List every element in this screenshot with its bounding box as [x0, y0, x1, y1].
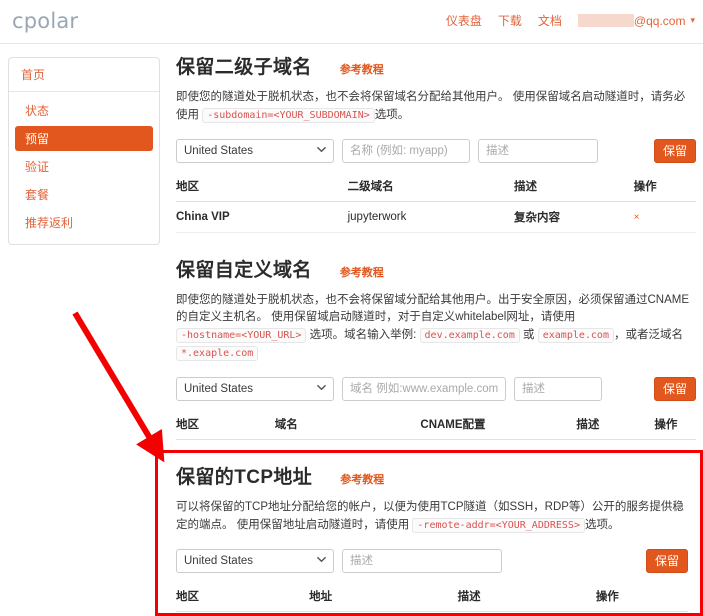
- custom-domain-description-input[interactable]: [514, 376, 602, 401]
- code-example-domain: example.com: [537, 328, 614, 344]
- section-header: 保留自定义域名 参考教程: [176, 255, 696, 282]
- cell-region: China VIP: [176, 201, 348, 233]
- region-select-custom-domain[interactable]: United States: [176, 376, 334, 401]
- tcp-description-input[interactable]: [342, 548, 502, 573]
- page-title-subdomain: 保留二级子域名: [176, 57, 312, 78]
- section-reserved-tcp-address: 保留的TCP地址 参考教程 可以将保留的TCP地址分配给您的帐户，以便为使用TC…: [176, 462, 688, 612]
- custom-domain-input[interactable]: [342, 376, 506, 401]
- section-description-custom-domain: 即使您的隧道处于脱机状态，也不会将保留域分配给其他用户。出于安全原因，必须保留通…: [176, 292, 696, 363]
- main-content: 保留二级子域名 参考教程 即使您的隧道处于脱机状态，也不会将保留域名分配给其他用…: [176, 52, 696, 456]
- table-header-row: 地区 域名 CNAME配置 描述 操作: [176, 410, 696, 440]
- code-example-dev-domain: dev.example.com: [419, 328, 520, 344]
- sidebar-item-plans-label: 套餐: [25, 188, 50, 202]
- region-select-subdomain[interactable]: United States: [176, 138, 334, 163]
- sidebar-item-referral[interactable]: 推荐返利: [15, 210, 153, 235]
- column-header-subdomain: 二级域名: [347, 172, 514, 202]
- page-title-custom-domain: 保留自定义域名: [176, 259, 312, 281]
- sidebar-item-verify-label: 验证: [25, 160, 50, 174]
- column-header-region: 地区: [176, 410, 275, 440]
- nav-docs[interactable]: 文档: [538, 12, 562, 29]
- section-description-tcp: 可以将保留的TCP地址分配给您的帐户，以便为使用TCP隧道（如SSH，RDP等）…: [176, 499, 688, 535]
- reserve-tcp-form: United States 保留: [176, 548, 688, 573]
- reserved-tcp-table: 地区 地址 描述 操作: [176, 582, 688, 612]
- code-example-wildcard-domain: *.exaple.com: [176, 346, 259, 362]
- sidebar-menu-list: 状态 预留 验证 套餐 推荐返利: [9, 92, 159, 235]
- region-select-wrapper-subdomain: United States: [176, 138, 334, 163]
- column-header-cname: CNAME配置: [420, 410, 577, 440]
- section-header: 保留二级子域名 参考教程: [176, 52, 696, 79]
- section-header: 保留的TCP地址 参考教程: [176, 462, 688, 489]
- desc-text-part1: 即使您的隧道处于脱机状态，也不会将保留域分配给其他用户。出于安全原因，必须保留通…: [176, 293, 690, 324]
- section-description-subdomain: 即使您的隧道处于脱机状态，也不会将保留域名分配给其他用户。 使用保留域名启动隧道…: [176, 89, 696, 125]
- code-subdomain-flag: -subdomain=<YOUR_SUBDOMAIN>: [202, 107, 375, 123]
- sidebar-item-home-label: 首页: [21, 68, 46, 82]
- column-header-domain: 域名: [274, 410, 421, 440]
- sidebar-item-reserved[interactable]: 预留: [15, 126, 153, 151]
- reserved-custom-domain-table: 地区 域名 CNAME配置 描述 操作: [176, 410, 696, 440]
- redacted-username: [577, 14, 634, 27]
- nav-download[interactable]: 下载: [498, 12, 522, 29]
- tutorial-link-subdomain[interactable]: 参考教程: [340, 61, 384, 77]
- sidebar: 首页 状态 预留 验证 套餐 推荐返利: [8, 57, 160, 245]
- sidebar-item-verify[interactable]: 验证: [15, 154, 153, 179]
- table-header-row: 地区 地址 描述 操作: [176, 582, 688, 612]
- column-header-description: 描述: [513, 172, 634, 202]
- reserve-custom-domain-button[interactable]: 保留: [653, 376, 696, 401]
- desc-text-part4: ，或者泛域名: [613, 329, 683, 342]
- reserve-custom-domain-form: United States 保留: [176, 376, 696, 401]
- sidebar-item-plans[interactable]: 套餐: [15, 182, 153, 207]
- reserve-tcp-button[interactable]: 保留: [645, 548, 688, 573]
- column-header-action: 操作: [633, 172, 696, 202]
- sidebar-item-reserved-label: 预留: [25, 132, 50, 146]
- cell-action: ×: [633, 201, 696, 233]
- user-email-suffix: @qq.com: [633, 13, 686, 28]
- subdomain-name-input[interactable]: [342, 138, 470, 163]
- table-row: China VIP jupyterwork 复杂内容 ×: [176, 201, 696, 233]
- user-account-menu[interactable]: @qq.com ▾: [577, 13, 695, 28]
- column-header-action: 操作: [595, 582, 688, 612]
- desc-text-part2: 选项。域名输入举例:: [309, 329, 417, 342]
- desc-text-part3: 或: [523, 329, 535, 342]
- region-select-wrapper-custom-domain: United States: [176, 376, 334, 401]
- table-header-row: 地区 二级域名 描述 操作: [176, 172, 696, 202]
- column-header-description: 描述: [457, 582, 596, 612]
- nav-dashboard[interactable]: 仪表盘: [446, 12, 482, 29]
- reserve-subdomain-form: United States 保留: [176, 138, 696, 163]
- desc-text-part2: 选项。: [584, 518, 620, 531]
- section-reserved-subdomain: 保留二级子域名 参考教程 即使您的隧道处于脱机状态，也不会将保留域名分配给其他用…: [176, 52, 696, 233]
- section-reserved-custom-domain: 保留自定义域名 参考教程 即使您的隧道处于脱机状态，也不会将保留域分配给其他用户…: [176, 255, 696, 440]
- region-select-wrapper-tcp: United States: [176, 548, 334, 573]
- code-remote-addr-flag: -remote-addr=<YOUR_ADDRESS>: [412, 517, 585, 533]
- desc-text-part2: 选项。: [374, 108, 410, 121]
- code-hostname-flag: -hostname=<YOUR_URL>: [176, 328, 307, 344]
- region-select-tcp[interactable]: United States: [176, 548, 334, 573]
- brand-logo[interactable]: cpolar: [12, 9, 78, 33]
- cell-description: 复杂内容: [513, 201, 634, 233]
- column-header-address: 地址: [309, 582, 458, 612]
- sidebar-item-referral-label: 推荐返利: [25, 216, 74, 230]
- column-header-region: 地区: [176, 172, 348, 202]
- tutorial-link-tcp[interactable]: 参考教程: [340, 471, 384, 487]
- delete-icon[interactable]: ×: [634, 212, 640, 223]
- top-nav-links: 仪表盘 下载 文档 @qq.com ▾: [446, 12, 695, 29]
- cell-subdomain: jupyterwork: [347, 201, 514, 233]
- reserved-subdomain-table: 地区 二级域名 描述 操作 China VIP jupyterwork 复杂内容…: [176, 172, 696, 233]
- reserve-subdomain-button[interactable]: 保留: [653, 138, 696, 163]
- column-header-region: 地区: [176, 582, 310, 612]
- tutorial-link-custom-domain[interactable]: 参考教程: [340, 264, 384, 280]
- sidebar-item-home[interactable]: 首页: [9, 58, 159, 92]
- top-navigation-bar: cpolar 仪表盘 下载 文档 @qq.com ▾: [0, 0, 703, 44]
- subdomain-description-input[interactable]: [478, 138, 598, 163]
- chevron-down-icon: ▾: [690, 15, 695, 25]
- column-header-action: 操作: [654, 410, 696, 440]
- sidebar-item-status[interactable]: 状态: [15, 98, 153, 123]
- page-title-tcp: 保留的TCP地址: [176, 467, 313, 488]
- column-header-description: 描述: [576, 410, 655, 440]
- sidebar-item-status-label: 状态: [25, 104, 50, 118]
